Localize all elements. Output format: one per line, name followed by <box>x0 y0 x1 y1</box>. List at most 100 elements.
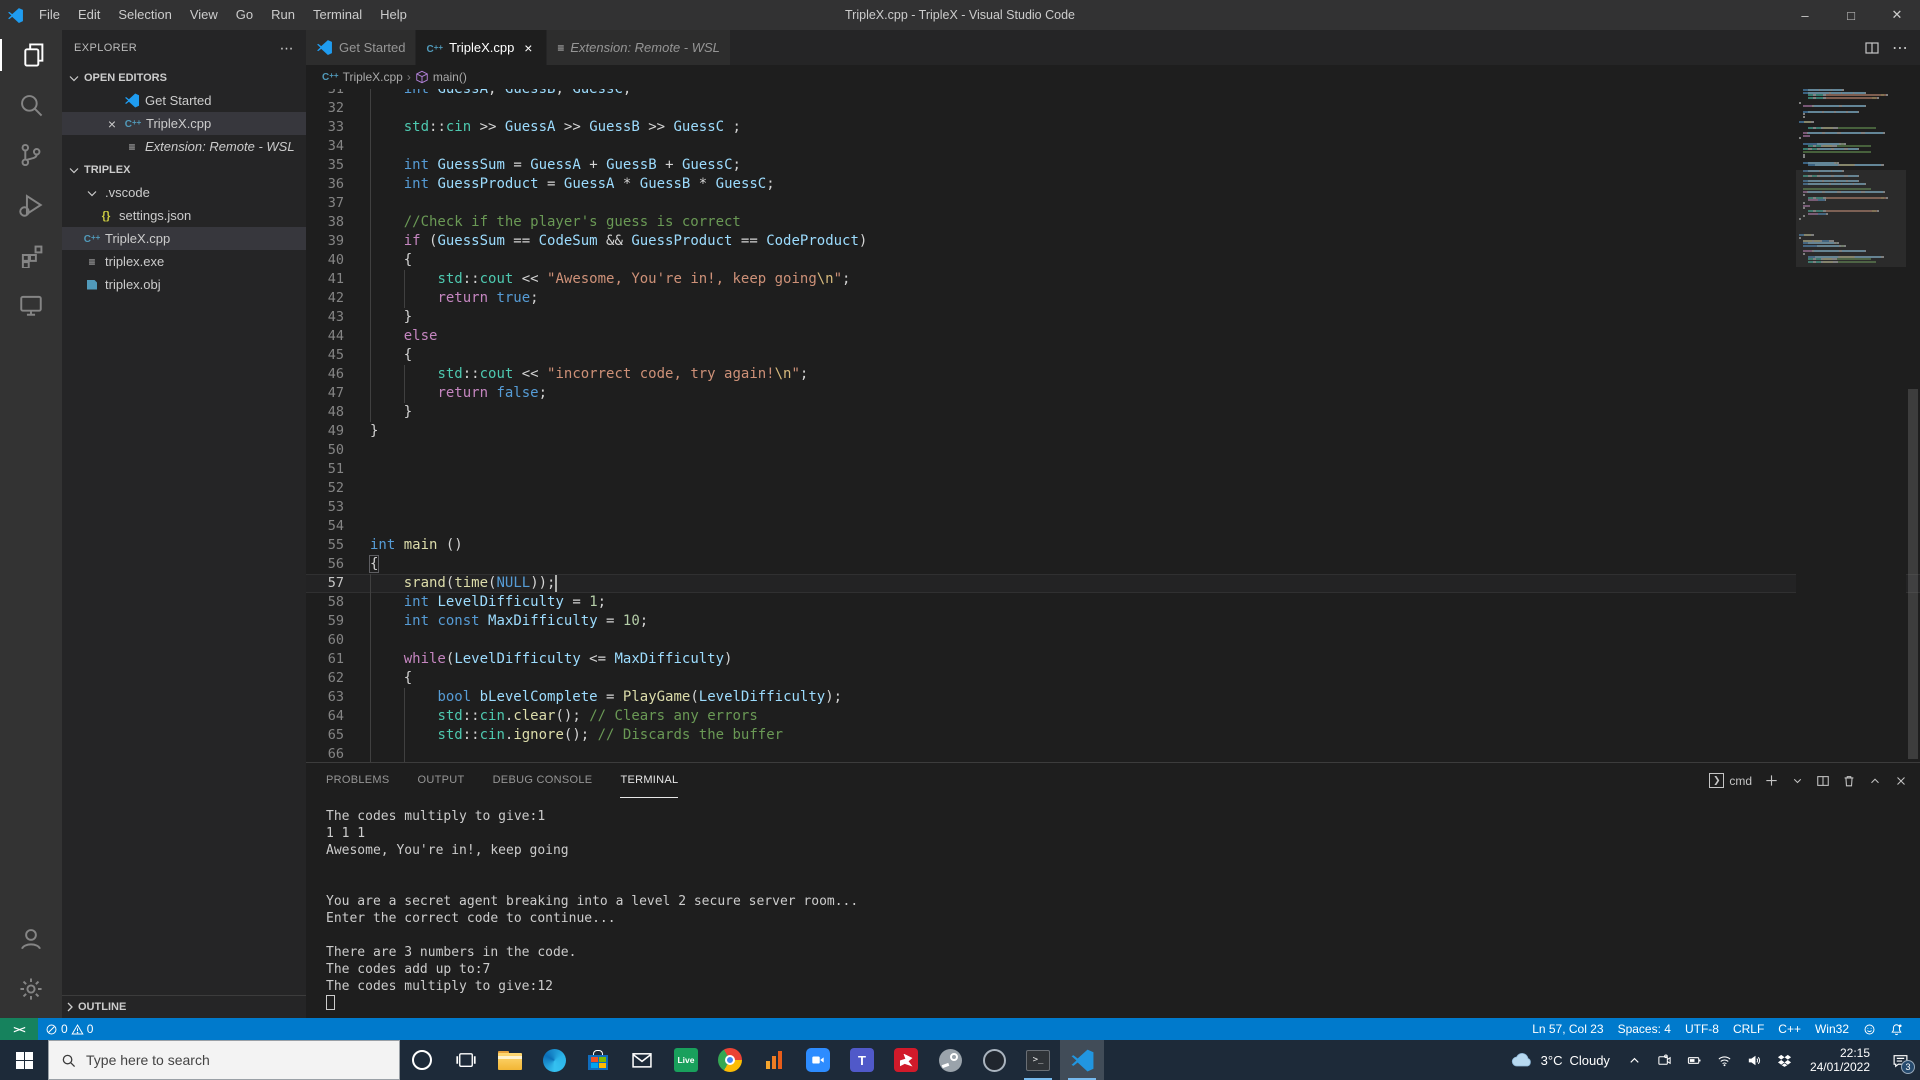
extensions-icon[interactable] <box>0 230 62 280</box>
breadcrumb-item-main[interactable]: main() <box>415 70 467 84</box>
edge-icon[interactable] <box>532 1040 576 1080</box>
action-center-icon[interactable]: 3 <box>1880 1040 1920 1080</box>
meet-now-icon[interactable] <box>1650 1040 1680 1080</box>
close-tab-icon[interactable]: × <box>520 40 536 56</box>
code-line-43[interactable]: 43 } <box>306 308 1920 327</box>
store-icon[interactable] <box>576 1040 620 1080</box>
tab-get-started[interactable]: Get Started <box>306 30 417 65</box>
code-line-37[interactable]: 37 <box>306 194 1920 213</box>
vscode-icon[interactable] <box>1060 1040 1104 1080</box>
outline-section-header[interactable]: OUTLINE <box>62 995 306 1018</box>
code-line-62[interactable]: 62 { <box>306 669 1920 688</box>
code-line-33[interactable]: 33 std::cin >> GuessA >> GuessB >> Guess… <box>306 118 1920 137</box>
terminal-dropdown-icon[interactable] <box>1791 774 1804 787</box>
code-line-42[interactable]: 42 return true; <box>306 289 1920 308</box>
account-icon[interactable] <box>0 914 62 964</box>
remote-explorer-icon[interactable] <box>0 280 62 330</box>
minimize-button[interactable]: – <box>1782 0 1828 30</box>
split-terminal-icon[interactable] <box>1816 774 1830 788</box>
open-editors-header[interactable]: OPEN EDITORS <box>62 66 306 89</box>
menu-run[interactable]: Run <box>262 7 304 22</box>
wifi-icon[interactable] <box>1710 1040 1740 1080</box>
tree-item-settings-json[interactable]: {} settings.json <box>62 204 306 227</box>
remote-indicator[interactable]: >< <box>0 1018 38 1040</box>
close-panel-icon[interactable] <box>1894 774 1908 788</box>
code-line-53[interactable]: 53 <box>306 498 1920 517</box>
explorer-icon[interactable] <box>0 30 62 80</box>
menu-edit[interactable]: Edit <box>69 7 109 22</box>
panel-tab-output[interactable]: OUTPUT <box>418 763 465 798</box>
code-line-38[interactable]: 38 //Check if the player's guess is corr… <box>306 213 1920 232</box>
tab-extension-remote-wsl[interactable]: ≡ Extension: Remote - WSL <box>547 30 731 65</box>
code-line-31[interactable]: 31 int GuessA, GuessB, GuessC; <box>306 89 1920 99</box>
panel-tab-terminal[interactable]: TERMINAL <box>620 763 679 798</box>
tree-item-triplex-exe[interactable]: ≡ triplex.exe <box>62 250 306 273</box>
code-line-65[interactable]: 65 std::cin.ignore(); // Discards the bu… <box>306 726 1920 745</box>
code-line-44[interactable]: 44 else <box>306 327 1920 346</box>
tree-item-triplex-cpp[interactable]: C++ TripleX.cpp <box>62 227 306 250</box>
code-line-57[interactable]: 57 srand(time(NULL)); <box>306 574 1920 593</box>
menu-selection[interactable]: Selection <box>109 7 180 22</box>
settings-icon[interactable] <box>0 964 62 1014</box>
code-line-55[interactable]: 55 int main () <box>306 536 1920 555</box>
open-editor-get-started[interactable]: Get Started <box>62 89 306 112</box>
close-button[interactable]: ✕ <box>1874 0 1920 30</box>
editor-scrollbar[interactable] <box>1906 89 1920 762</box>
code-line-48[interactable]: 48 } <box>306 403 1920 422</box>
explorer-more-actions-icon[interactable]: ⋯ <box>280 40 294 57</box>
run-debug-icon[interactable] <box>0 180 62 230</box>
code-line-63[interactable]: 63 bool bLevelComplete = PlayGame(LevelD… <box>306 688 1920 707</box>
folder-header-triplex[interactable]: TRIPLEX <box>62 158 306 181</box>
code-line-61[interactable]: 61 while(LevelDifficulty <= MaxDifficult… <box>306 650 1920 669</box>
maximize-button[interactable]: □ <box>1828 0 1874 30</box>
status-win32[interactable]: Win32 <box>1808 1018 1856 1040</box>
mail-icon[interactable] <box>620 1040 664 1080</box>
code-line-59[interactable]: 59 int const MaxDifficulty = 10; <box>306 612 1920 631</box>
tree-item-triplex-obj[interactable]: triplex.obj <box>62 273 306 296</box>
code-line-41[interactable]: 41 std::cout << "Awesome, You're in!, ke… <box>306 270 1920 289</box>
code-line-64[interactable]: 64 std::cin.clear(); // Clears any error… <box>306 707 1920 726</box>
code-line-34[interactable]: 34 <box>306 137 1920 156</box>
volume-icon[interactable] <box>1740 1040 1770 1080</box>
code-line-52[interactable]: 52 <box>306 479 1920 498</box>
menu-go[interactable]: Go <box>227 7 262 22</box>
open-editor-extension-remote-wsl[interactable]: ≡ Extension: Remote - WSL <box>62 135 306 158</box>
menu-terminal[interactable]: Terminal <box>304 7 371 22</box>
new-terminal-icon[interactable] <box>1764 773 1779 788</box>
problems-status[interactable]: 0 0 <box>38 1018 100 1040</box>
scrollbar-thumb[interactable] <box>1908 389 1918 759</box>
tab-triplex-cpp[interactable]: C++ TripleX.cpp × <box>416 30 548 65</box>
close-editor-icon[interactable]: × <box>104 116 120 132</box>
status-spaces-4[interactable]: Spaces: 4 <box>1611 1018 1678 1040</box>
panel-tab-problems[interactable]: PROBLEMS <box>326 763 390 798</box>
panel-tab-debug-console[interactable]: DEBUG CONSOLE <box>493 763 593 798</box>
code-line-47[interactable]: 47 return false; <box>306 384 1920 403</box>
tree-item-vscode[interactable]: .vscode <box>62 181 306 204</box>
menu-help[interactable]: Help <box>371 7 416 22</box>
status-c[interactable]: C++ <box>1771 1018 1808 1040</box>
stocks-icon[interactable] <box>752 1040 796 1080</box>
code-line-39[interactable]: 39 if (GuessSum == CodeSum && GuessProdu… <box>306 232 1920 251</box>
code-line-36[interactable]: 36 int GuessProduct = GuessA * GuessB * … <box>306 175 1920 194</box>
notifications-bell-icon[interactable] <box>1883 1018 1910 1040</box>
menu-view[interactable]: View <box>181 7 227 22</box>
taskbar-search-box[interactable]: Type here to search <box>48 1040 400 1080</box>
weather-widget[interactable]: 3°C Cloudy <box>1500 1048 1620 1072</box>
code-line-40[interactable]: 40 { <box>306 251 1920 270</box>
red-app-icon[interactable] <box>884 1040 928 1080</box>
source-control-icon[interactable] <box>0 130 62 180</box>
terminal-icon[interactable]: >_ <box>1016 1040 1060 1080</box>
code-line-35[interactable]: 35 int GuessSum = GuessA + GuessB + Gues… <box>306 156 1920 175</box>
code-line-45[interactable]: 45 { <box>306 346 1920 365</box>
task-view-icon[interactable] <box>444 1040 488 1080</box>
tray-chevron-up-icon[interactable] <box>1620 1040 1650 1080</box>
code-line-66[interactable]: 66 <box>306 745 1920 762</box>
code-line-46[interactable]: 46 std::cout << "incorrect code, try aga… <box>306 365 1920 384</box>
code-editor[interactable]: 31 int GuessA, GuessB, GuessC; 32 33 std::… <box>306 89 1920 762</box>
terminal-shell-selector[interactable]: ❯ cmd <box>1709 773 1752 788</box>
meet-icon[interactable] <box>796 1040 840 1080</box>
code-line-51[interactable]: 51 <box>306 460 1920 479</box>
maximize-panel-icon[interactable] <box>1868 774 1882 788</box>
feedback-icon[interactable] <box>1856 1018 1883 1040</box>
code-line-58[interactable]: 58 int LevelDifficulty = 1; <box>306 593 1920 612</box>
